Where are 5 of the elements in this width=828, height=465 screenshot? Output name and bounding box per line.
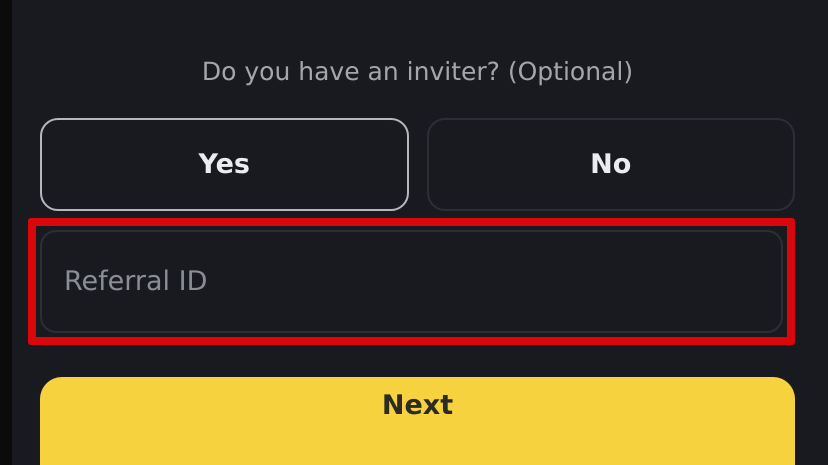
choice-button[interactable]: Yes (40, 118, 408, 211)
question-text: Do you have an inviter? (Optional) (200, 56, 634, 88)
choice-button[interactable]: No (426, 118, 795, 211)
next-button[interactable]: Next (40, 377, 795, 465)
referral-id-field[interactable]: Referral ID (40, 230, 783, 333)
